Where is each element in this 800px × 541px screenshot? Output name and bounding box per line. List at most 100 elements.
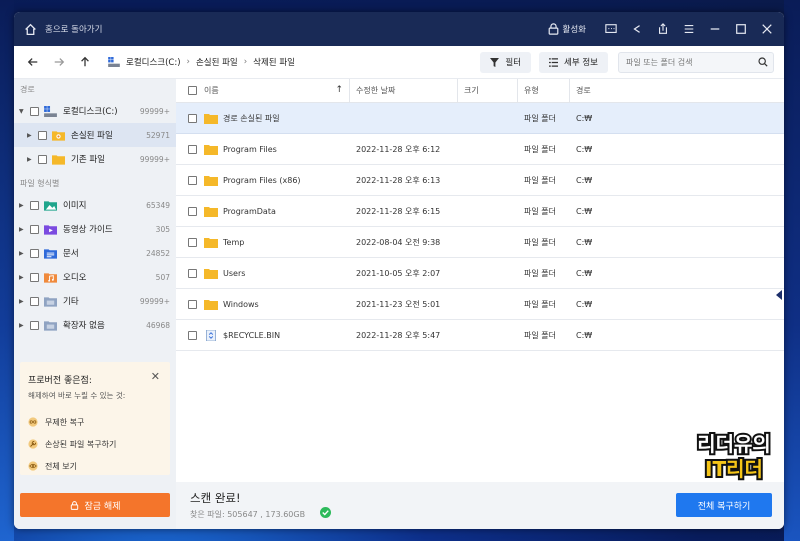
breadcrumb-drive[interactable]: 로컬디스크(C:) — [126, 56, 181, 68]
table-row[interactable]: Users 2021-10-05 오후 2:07 파일 폴더 C:₩ — [176, 258, 784, 289]
forward-button[interactable] — [48, 51, 70, 73]
item-count: 52971 — [146, 130, 170, 140]
document-icon — [44, 248, 57, 259]
file-path: C:₩ — [576, 113, 593, 123]
promo-item-repair: 손상된 파일 복구하기 — [28, 437, 170, 451]
table-row[interactable]: Program Files (x86) 2022-11-28 오후 6:13 파… — [176, 165, 784, 196]
table-row[interactable]: ProgramData 2022-11-28 오후 6:15 파일 폴더 C:₩ — [176, 196, 784, 227]
row-checkbox[interactable] — [188, 113, 197, 123]
checkbox[interactable] — [38, 154, 47, 164]
checkbox[interactable] — [38, 130, 47, 140]
promo-item-label: 무제한 복구 — [45, 417, 85, 427]
breadcrumb-deleted-files[interactable]: 삭제된 파일 — [253, 56, 295, 68]
folder-icon — [204, 113, 218, 124]
table-row[interactable]: Temp 2022-08-04 오전 9:38 파일 폴더 C:₩ — [176, 227, 784, 258]
collapsed-caret-icon[interactable]: ▶ — [27, 132, 34, 139]
sort-ascending-icon[interactable]: ↑ — [335, 85, 343, 95]
filter-button[interactable]: 필터 — [480, 51, 532, 73]
column-date[interactable]: 수정한 날짜 — [350, 79, 458, 102]
collapsed-caret-icon[interactable]: ▶ — [19, 274, 26, 281]
row-checkbox[interactable] — [188, 175, 197, 185]
file-type: 파일 폴더 — [524, 206, 556, 216]
file-date: 2022-11-28 오후 5:47 — [356, 330, 441, 340]
tree-item-images[interactable]: ▶ 이미지 65349 — [14, 193, 176, 217]
watermark-line2: IT리더 — [705, 457, 763, 481]
drive-icon — [108, 57, 120, 67]
pro-promo-panel: 프로버전 좋은점: 해제하여 바로 누릴 수 있는 것: ✕ 무제한 복구 손상… — [20, 362, 170, 475]
column-path[interactable]: 경로 — [570, 79, 770, 102]
back-button[interactable] — [22, 51, 44, 73]
breadcrumb-separator: › — [243, 57, 248, 67]
table-row[interactable]: Windows 2021-11-23 오전 5:01 파일 폴더 C:₩ — [176, 289, 784, 320]
export-button[interactable] — [650, 17, 676, 41]
minimize-button[interactable] — [702, 17, 728, 41]
home-label: 홈으로 돌아가기 — [45, 25, 103, 35]
column-size[interactable]: 크기 — [458, 79, 518, 102]
close-button[interactable] — [754, 17, 780, 41]
home-button[interactable]: 홈으로 돌아가기 — [24, 23, 102, 36]
checkbox[interactable] — [30, 106, 39, 116]
tree-item-video[interactable]: ▶ 동영상 가이드 305 — [14, 217, 176, 241]
item-count: 46968 — [146, 320, 170, 330]
tree-item-local-disk[interactable]: ▼ 로컬디스크(C:) 99999+ — [14, 99, 176, 123]
checkbox[interactable] — [30, 248, 39, 258]
path-section-header: 경로 — [20, 85, 35, 94]
table-row[interactable]: Program Files 2022-11-28 오후 6:12 파일 폴더 C… — [176, 134, 784, 165]
checkbox[interactable] — [30, 224, 39, 234]
tree-item-existing-files[interactable]: ▶ 기존 파일 99999+ — [14, 147, 176, 171]
menu-button[interactable] — [676, 17, 702, 41]
file-path: C:₩ — [576, 237, 593, 247]
tree-item-label: 확장자 없음 — [63, 321, 105, 331]
filter-label: 필터 — [505, 58, 522, 68]
row-checkbox[interactable] — [188, 299, 197, 309]
collapsed-caret-icon[interactable]: ▶ — [19, 250, 26, 257]
share-button[interactable] — [624, 17, 650, 41]
column-name[interactable]: 이름 ↑ — [176, 79, 350, 102]
collapsed-caret-icon[interactable]: ▶ — [19, 322, 26, 329]
tree-item-no-extension[interactable]: ▶ 확장자 없음 46968 — [14, 313, 176, 337]
recover-all-button[interactable]: 전체 복구하기 — [676, 493, 772, 517]
checkbox[interactable] — [30, 272, 39, 282]
table-row[interactable]: 경로 손실된 파일 파일 폴더 C:₩ — [176, 103, 784, 134]
promo-close-icon[interactable]: ✕ — [151, 370, 160, 383]
file-name: ProgramData — [223, 206, 276, 216]
collapse-panel-arrow-icon[interactable] — [776, 290, 782, 300]
collapsed-caret-icon[interactable]: ▶ — [19, 202, 26, 209]
collapsed-caret-icon[interactable]: ▶ — [27, 156, 34, 163]
tree-item-documents[interactable]: ▶ 문서 24852 — [14, 241, 176, 265]
collapsed-caret-icon[interactable]: ▶ — [19, 226, 26, 233]
expanded-caret-icon[interactable]: ▼ — [19, 108, 26, 115]
file-name: Temp — [223, 237, 245, 247]
collapsed-caret-icon[interactable]: ▶ — [19, 298, 26, 305]
tree-item-lost-files[interactable]: ▶ 손실된 파일 52971 — [14, 123, 176, 147]
row-checkbox[interactable] — [188, 206, 197, 216]
row-checkbox[interactable] — [188, 237, 197, 247]
checkbox[interactable] — [30, 200, 39, 210]
unlock-button[interactable]: 잠금 해제 — [20, 493, 170, 517]
search-input[interactable] — [626, 57, 750, 67]
activate-button[interactable]: 활성화 — [548, 23, 586, 35]
lost-folder-icon — [52, 130, 65, 141]
watermark-line1: 리더유의 — [697, 432, 771, 456]
maximize-button[interactable] — [728, 17, 754, 41]
tree-item-audio[interactable]: ▶ 오디오 507 — [14, 265, 176, 289]
file-date: 2022-11-28 오후 6:13 — [356, 175, 441, 185]
row-checkbox[interactable] — [188, 144, 197, 154]
up-button[interactable] — [74, 51, 96, 73]
tree-item-label: 손실된 파일 — [71, 131, 113, 141]
item-count: 507 — [155, 272, 170, 282]
row-checkbox[interactable] — [188, 268, 197, 278]
table-row[interactable]: $RECYCLE.BIN 2022-11-28 오후 5:47 파일 폴더 C:… — [176, 320, 784, 351]
column-type[interactable]: 유형 — [518, 79, 570, 102]
tree-item-other[interactable]: ▶ 기타 99999+ — [14, 289, 176, 313]
search-icon[interactable] — [758, 57, 768, 67]
other-icon — [44, 296, 57, 307]
select-all-checkbox[interactable] — [188, 86, 197, 95]
details-button[interactable]: 세부 정보 — [539, 51, 608, 73]
checkbox[interactable] — [30, 296, 39, 306]
breadcrumb-lost-files[interactable]: 손실된 파일 — [196, 56, 238, 68]
checkbox[interactable] — [30, 320, 39, 330]
feedback-button[interactable] — [598, 17, 624, 41]
row-checkbox[interactable] — [188, 330, 197, 340]
search-box — [618, 51, 774, 73]
